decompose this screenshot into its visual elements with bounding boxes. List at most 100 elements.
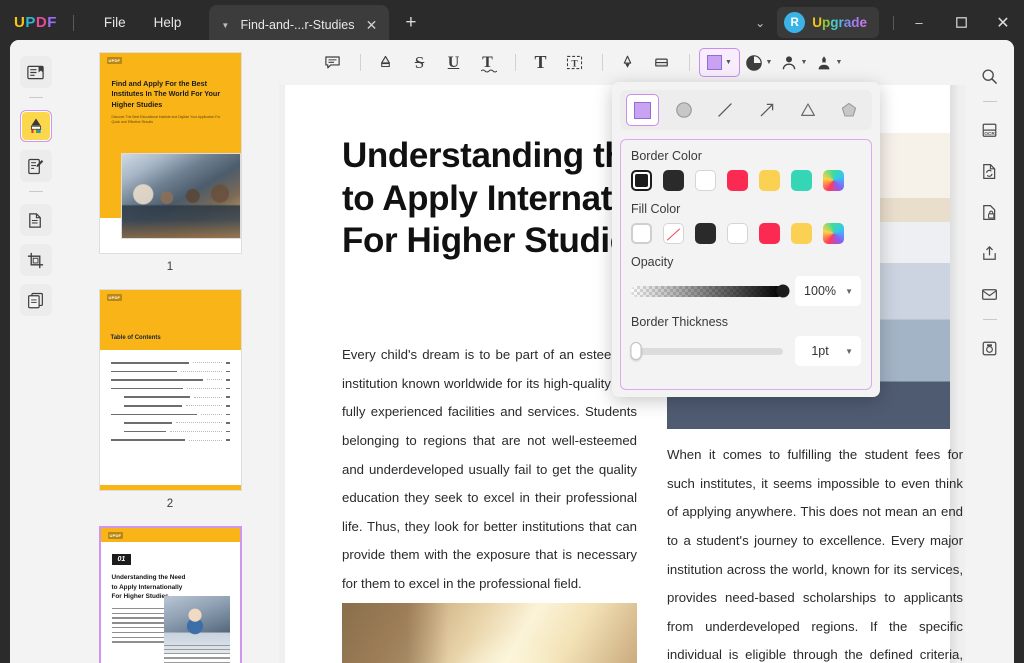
minimize-button[interactable]: – <box>898 0 940 45</box>
page-thumbnails-panel[interactable]: UPDF Find and Apply For the Best Institu… <box>61 40 279 663</box>
shapes-tool[interactable]: ▼ <box>699 48 740 77</box>
signature-tool[interactable]: ▼ <box>778 48 809 77</box>
sidebar-item-batch[interactable] <box>20 284 52 316</box>
fill-swatch-current-white[interactable] <box>631 223 652 244</box>
sidebar-item-reader[interactable] <box>20 56 52 88</box>
strikethrough-tool[interactable]: S <box>404 48 435 77</box>
thumb-paragraph-right <box>164 645 230 663</box>
eraser-tool[interactable] <box>646 48 677 77</box>
border-swatch-color-picker[interactable] <box>823 170 844 191</box>
search-button[interactable] <box>975 61 1005 91</box>
border-color-swatches[interactable] <box>631 170 861 191</box>
thumbnail-item[interactable]: UPDF Table of Contents <box>61 289 279 526</box>
share-button[interactable] <box>975 238 1005 268</box>
border-thickness-dropdown[interactable]: 1pt ▼ <box>795 336 861 366</box>
fill-swatch-black[interactable] <box>695 223 716 244</box>
thumbnail-item[interactable]: UPDF 01 Understanding the Need to Apply … <box>61 526 279 663</box>
updf-cloud-icon <box>980 339 999 358</box>
opacity-control[interactable]: 100% ▼ <box>631 276 861 306</box>
fill-swatch-white[interactable] <box>727 223 748 244</box>
chevron-down-icon[interactable]: ▼ <box>845 347 853 356</box>
sidebar-item-organize-pages[interactable] <box>20 204 52 236</box>
reader-view-icon <box>26 63 45 82</box>
upgrade-button[interactable]: R Upgrade <box>777 7 879 38</box>
page-thumbnail-2[interactable]: UPDF Table of Contents <box>99 289 242 491</box>
annotation-toolbar: S U T T T <box>279 40 965 85</box>
fill-swatch-none[interactable] <box>663 223 684 244</box>
border-thickness-control[interactable]: 1pt ▼ <box>631 336 861 366</box>
opacity-slider-handle[interactable] <box>777 285 790 298</box>
page-number-label: 2 <box>167 498 173 510</box>
underline-tool[interactable]: U <box>438 48 469 77</box>
border-thickness-slider-handle[interactable] <box>630 342 641 360</box>
menu-file[interactable]: File <box>90 10 140 35</box>
chevron-down-icon[interactable]: ▼ <box>801 59 808 66</box>
text-tool[interactable]: T <box>525 48 556 77</box>
squiggly-underline-tool[interactable]: T <box>472 48 503 77</box>
border-swatch-teal[interactable] <box>791 170 812 191</box>
pencil-tool[interactable] <box>612 48 643 77</box>
opacity-slider[interactable] <box>631 286 783 297</box>
menu-help[interactable]: Help <box>140 10 196 35</box>
shape-properties-popover[interactable]: Border Color Fill Color Opacity <box>612 82 880 397</box>
fill-swatch-pink-red[interactable] <box>759 223 780 244</box>
pencil-icon <box>619 54 636 71</box>
rectangle-shape-button[interactable] <box>626 94 659 126</box>
protect-button[interactable] <box>975 197 1005 227</box>
convert-button[interactable] <box>975 156 1005 186</box>
fill-color-swatches[interactable] <box>631 223 861 244</box>
shape-type-selector[interactable] <box>620 90 872 130</box>
sidebar-item-comment[interactable] <box>20 110 52 142</box>
chevron-down-icon[interactable]: ▼ <box>836 59 843 66</box>
fill-swatch-color-picker[interactable] <box>823 223 844 244</box>
text-box-tool[interactable]: T <box>559 48 590 77</box>
stamp-tool[interactable]: ▼ <box>743 48 774 77</box>
document-tab-label: Find-and-...r-Studies <box>229 18 365 32</box>
email-icon <box>980 285 999 304</box>
new-tab-button[interactable]: + <box>405 12 416 34</box>
email-button[interactable] <box>975 279 1005 309</box>
logo-letter-u: U <box>14 14 25 31</box>
sidebar-item-edit-pdf[interactable] <box>20 150 52 182</box>
border-swatch-pink-red[interactable] <box>727 170 748 191</box>
circle-shape-icon <box>674 100 694 120</box>
thumb-yellow-band: UPDF Table of Contents <box>100 290 241 350</box>
pentagon-shape-button[interactable] <box>833 94 866 126</box>
border-swatch-white[interactable] <box>695 170 716 191</box>
maximize-button[interactable] <box>940 0 982 45</box>
rail-divider <box>29 191 43 192</box>
updf-cloud-button[interactable] <box>975 333 1005 363</box>
thumb-title: Find and Apply For the Best Institutes I… <box>112 79 229 110</box>
line-shape-button[interactable] <box>709 94 742 126</box>
border-thickness-slider[interactable] <box>631 348 783 355</box>
border-swatch-black[interactable] <box>663 170 684 191</box>
sign-tool[interactable]: ▼ <box>813 48 844 77</box>
page-edge-shadow <box>950 85 959 663</box>
updf-window: U P D F File Help ▼ Find-and-...r-Studie… <box>0 0 1024 663</box>
document-tab[interactable]: ▼ Find-and-...r-Studies ✕ <box>209 5 389 45</box>
triangle-shape-button[interactable] <box>792 94 825 126</box>
opacity-dropdown[interactable]: 100% ▼ <box>795 276 861 306</box>
highlight-tool[interactable] <box>370 48 401 77</box>
circle-shape-button[interactable] <box>667 94 700 126</box>
fill-swatch-yellow[interactable] <box>791 223 812 244</box>
border-swatch-yellow[interactable] <box>759 170 780 191</box>
maximize-icon <box>956 17 967 28</box>
close-icon[interactable]: ✕ <box>366 17 378 34</box>
sticky-note-tool[interactable] <box>317 48 348 77</box>
ocr-button[interactable]: OCR <box>975 115 1005 145</box>
chevron-down-icon[interactable]: ▼ <box>221 21 229 30</box>
chevron-down-icon[interactable]: ⌄ <box>743 16 777 30</box>
page-thumbnail-3[interactable]: UPDF 01 Understanding the Need to Apply … <box>99 526 242 663</box>
chevron-down-icon[interactable]: ▼ <box>725 59 732 66</box>
arrow-shape-button[interactable] <box>750 94 783 126</box>
chevron-down-icon[interactable]: ▼ <box>845 287 853 296</box>
chevron-down-icon[interactable]: ▼ <box>766 59 773 66</box>
mini-updf-logo: UPDF <box>107 57 123 64</box>
sidebar-item-crop[interactable] <box>20 244 52 276</box>
page-thumbnail-1[interactable]: UPDF Find and Apply For the Best Institu… <box>99 52 242 254</box>
border-swatch-current[interactable] <box>631 170 652 191</box>
thumbnail-item[interactable]: UPDF Find and Apply For the Best Institu… <box>61 52 279 289</box>
close-window-button[interactable]: ✕ <box>982 0 1024 45</box>
page-paragraph-right: When it comes to fulfilling the student … <box>667 441 963 663</box>
